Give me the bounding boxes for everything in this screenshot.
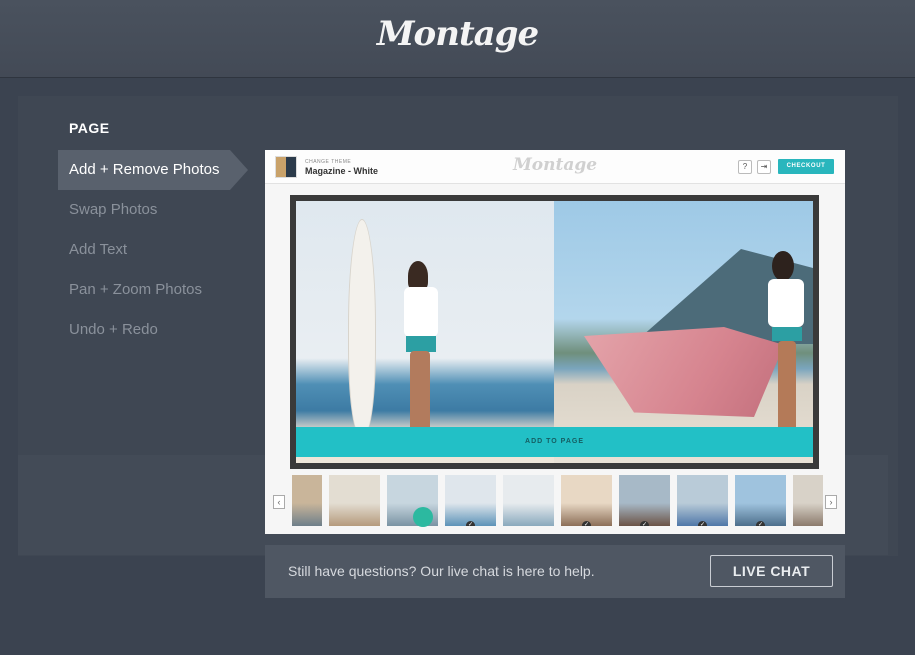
page-spread: ADD TO PAGE <box>290 195 819 469</box>
check-icon: ✓ <box>756 521 765 526</box>
tutorial-item[interactable]: Pan + Zoom Photos <box>58 270 258 310</box>
tutorial-item[interactable]: Add Text <box>58 230 258 270</box>
editor-preview: CHANGE THEME Magazine - White Montage ? … <box>265 150 845 534</box>
photo-thumbnail[interactable]: ✓ <box>677 475 728 526</box>
add-to-page-button[interactable]: ADD TO PAGE <box>296 427 813 457</box>
tutorial-item[interactable]: Undo + Redo <box>58 310 258 350</box>
add-photo-indicator-icon[interactable] <box>413 507 433 527</box>
photo-thumbnail[interactable]: ✓ <box>735 475 786 526</box>
live-chat-button[interactable]: LIVE CHAT <box>710 555 833 587</box>
photo-thumbnail[interactable] <box>793 475 823 526</box>
girl-figure <box>400 261 442 431</box>
tutorial-menu: PAGE Add + Remove Photos Swap Photos Add T… <box>58 120 258 350</box>
surfboard <box>348 219 376 434</box>
photo-thumbnail[interactable] <box>292 475 322 526</box>
photo-strip: ✓ ✓ ✓ ✓ ✓ ‹ › <box>265 475 845 530</box>
photo-thumbnail[interactable] <box>329 475 380 526</box>
editor-header: CHANGE THEME Magazine - White Montage ? … <box>265 150 845 184</box>
pink-towel <box>584 327 784 417</box>
tutorial-item[interactable]: Add + Remove Photos <box>58 150 248 190</box>
chevron-right-icon[interactable]: › <box>825 495 837 509</box>
tutorial-heading: PAGE <box>69 120 110 136</box>
chevron-left-icon[interactable]: ‹ <box>273 495 285 509</box>
tutorial-list: Add + Remove Photos Swap Photos Add Text Pa… <box>58 150 258 350</box>
photo-thumbnail[interactable] <box>503 475 554 526</box>
share-icon[interactable]: ⇥ <box>757 160 771 174</box>
photo-thumbnail[interactable]: ✓ <box>445 475 496 526</box>
photo-beach-towel[interactable] <box>554 201 813 463</box>
help-icon[interactable]: ? <box>738 160 752 174</box>
help-text: Still have questions? Our live chat is h… <box>288 563 595 579</box>
check-icon: ✓ <box>466 521 475 526</box>
check-icon: ✓ <box>698 521 707 526</box>
photo-thumbnail[interactable]: ✓ <box>619 475 670 526</box>
top-bar: Montage <box>0 0 915 78</box>
check-icon: ✓ <box>582 521 591 526</box>
photo-thumbnail[interactable]: ✓ <box>561 475 612 526</box>
montage-logo[interactable]: Montage <box>0 14 915 54</box>
tutorial-item[interactable]: Swap Photos <box>58 190 258 230</box>
checkout-button[interactable]: CHECKOUT <box>778 159 834 174</box>
photo-surfer-girl[interactable] <box>296 201 554 463</box>
check-icon: ✓ <box>640 521 649 526</box>
help-bar: Still have questions? Our live chat is h… <box>265 545 845 598</box>
girl-figure <box>758 251 808 431</box>
